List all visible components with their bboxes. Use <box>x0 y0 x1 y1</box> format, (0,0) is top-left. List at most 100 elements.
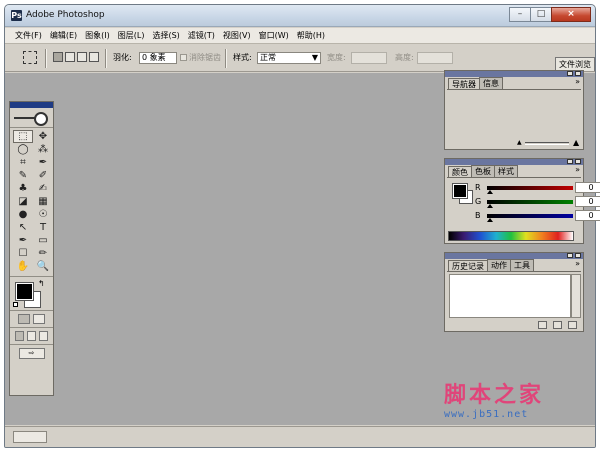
close-button[interactable]: × <box>551 7 591 22</box>
height-input[interactable] <box>417 52 453 64</box>
full-screen-menu-button[interactable] <box>27 331 36 341</box>
palette-menu-icon[interactable]: » <box>575 165 580 174</box>
red-slider-row: R 0 <box>475 182 600 194</box>
tab-styles[interactable]: 样式 <box>494 165 518 177</box>
gradient-tool-icon[interactable]: ▦ <box>33 195 53 208</box>
palette-menu-icon[interactable]: » <box>575 77 580 86</box>
palette-close-button[interactable] <box>575 159 581 164</box>
title-bar[interactable]: Ps Adobe Photoshop – □ × <box>5 5 595 27</box>
full-screen-button[interactable] <box>39 331 48 341</box>
add-selection-button[interactable] <box>65 52 75 62</box>
history-tabs: 历史记录 动作 工具 » <box>445 259 583 272</box>
eyedropper-tool-icon[interactable]: ✏ <box>33 247 53 260</box>
quick-mask-mode-button[interactable] <box>33 314 45 324</box>
jump-to-imageready-button[interactable]: ⇨ <box>18 348 45 359</box>
blur-tool-icon[interactable]: ● <box>13 208 33 221</box>
tab-tool-presets[interactable]: 工具 <box>510 259 534 271</box>
photoshop-app-icon: Ps <box>11 10 22 21</box>
navigator-palette: 导航器 信息 » ▲ ▲ <box>444 70 584 150</box>
history-brush-tool-icon[interactable]: ✍ <box>33 182 53 195</box>
palette-minimize-button[interactable] <box>567 159 573 164</box>
menu-view[interactable]: 视图(V) <box>219 28 255 43</box>
tab-actions[interactable]: 动作 <box>487 259 511 271</box>
create-new-snapshot-icon[interactable] <box>553 321 562 329</box>
color-spectrum-bar[interactable] <box>448 231 574 241</box>
palette-close-button[interactable] <box>575 71 581 76</box>
dodge-tool-icon[interactable]: ☉ <box>33 208 53 221</box>
maximize-button[interactable]: □ <box>530 7 552 22</box>
palette-menu-icon[interactable]: » <box>575 259 580 268</box>
antialias-checkbox[interactable] <box>180 54 187 61</box>
foreground-color-swatch[interactable] <box>15 282 34 301</box>
width-input[interactable] <box>351 52 387 64</box>
slice-tool-icon[interactable]: ✒ <box>33 156 53 169</box>
history-scrollbar[interactable] <box>571 274 581 318</box>
shape-tool-icon[interactable]: ▭ <box>33 234 53 247</box>
zoom-field[interactable] <box>13 431 47 443</box>
intersect-selection-button[interactable] <box>89 52 99 62</box>
red-slider-track[interactable] <box>487 186 573 190</box>
menu-select[interactable]: 选择(S) <box>148 28 183 43</box>
hand-tool-icon[interactable]: ✋ <box>13 260 33 273</box>
red-slider-handle[interactable] <box>487 190 493 194</box>
rectangular-marquee-icon[interactable] <box>23 51 37 64</box>
blue-value-input[interactable]: 0 <box>575 210 600 221</box>
new-document-from-state-icon[interactable] <box>538 321 547 329</box>
type-tool-icon[interactable]: T <box>33 221 53 234</box>
move-tool-icon[interactable]: ✥ <box>33 130 53 143</box>
palette-close-button[interactable] <box>575 253 581 258</box>
feather-input[interactable]: 0 象素 <box>139 52 177 64</box>
style-select[interactable]: 正常 ▼ <box>257 52 321 64</box>
blue-slider-handle[interactable] <box>487 218 493 222</box>
swap-colors-icon[interactable]: ↰ <box>38 279 45 288</box>
foreground-color-chip[interactable] <box>452 183 468 199</box>
eraser-tool-icon[interactable]: ◪ <box>13 195 33 208</box>
default-colors-icon[interactable] <box>13 302 18 307</box>
menu-layer[interactable]: 图层(L) <box>114 28 149 43</box>
history-palette: 历史记录 动作 工具 » <box>444 252 584 332</box>
menu-help[interactable]: 帮助(H) <box>293 28 329 43</box>
brush-tool-icon[interactable]: ✎ <box>13 169 33 182</box>
path-select-tool-icon[interactable]: ↖ <box>13 221 33 234</box>
status-bar <box>5 426 595 447</box>
standard-screen-button[interactable] <box>15 331 24 341</box>
toolbox: ⬚ ✥ ◯ ⁂ ⌗ ✒ ✎ ✐ ♣ ✍ ◪ ▦ ● ☉ ↖ T ✒ ▭ ☐ ✏ … <box>9 101 54 396</box>
blue-slider-track[interactable] <box>487 214 573 218</box>
history-list[interactable] <box>449 274 571 318</box>
trash-icon[interactable] <box>568 321 577 329</box>
marquee-tool-icon[interactable]: ⬚ <box>13 130 33 143</box>
pencil-tool-icon[interactable]: ✐ <box>33 169 53 182</box>
watermark-title: 脚本之家 <box>444 382 545 408</box>
file-browser-tab[interactable]: 文件浏览 <box>555 57 595 71</box>
zoom-slider[interactable] <box>525 142 569 145</box>
tab-info[interactable]: 信息 <box>479 77 503 89</box>
menu-filter[interactable]: 滤镜(T) <box>184 28 219 43</box>
color-tabs: 颜色 色板 样式 » <box>445 165 583 178</box>
menu-window[interactable]: 窗口(W) <box>255 28 293 43</box>
lasso-tool-icon[interactable]: ◯ <box>13 143 33 156</box>
mask-mode-row <box>10 310 53 327</box>
stamp-tool-icon[interactable]: ♣ <box>13 182 33 195</box>
pen-tool-icon[interactable]: ✒ <box>13 234 33 247</box>
green-slider-track[interactable] <box>487 200 573 204</box>
zoom-in-icon[interactable]: ▲ <box>573 138 579 147</box>
new-selection-button[interactable] <box>53 52 63 62</box>
green-slider-handle[interactable] <box>487 204 493 208</box>
crop-tool-icon[interactable]: ⌗ <box>13 156 33 169</box>
magic-wand-tool-icon[interactable]: ⁂ <box>33 143 53 156</box>
palette-minimize-button[interactable] <box>567 71 573 76</box>
menu-file[interactable]: 文件(F) <box>11 28 46 43</box>
standard-mode-button[interactable] <box>18 314 30 324</box>
green-value-input[interactable]: 0 <box>575 196 600 207</box>
tab-swatches[interactable]: 色板 <box>471 165 495 177</box>
menu-edit[interactable]: 编辑(E) <box>46 28 81 43</box>
zoom-tool-icon[interactable]: 🔍 <box>33 260 53 273</box>
zoom-out-icon[interactable]: ▲ <box>517 139 522 146</box>
menu-image[interactable]: 图象(I) <box>81 28 114 43</box>
palette-minimize-button[interactable] <box>567 253 573 258</box>
notes-tool-icon[interactable]: ☐ <box>13 247 33 260</box>
subtract-selection-button[interactable] <box>77 52 87 62</box>
minimize-button[interactable]: – <box>509 7 531 22</box>
adobe-eye-logo[interactable] <box>10 108 53 128</box>
red-value-input[interactable]: 0 <box>575 182 600 193</box>
